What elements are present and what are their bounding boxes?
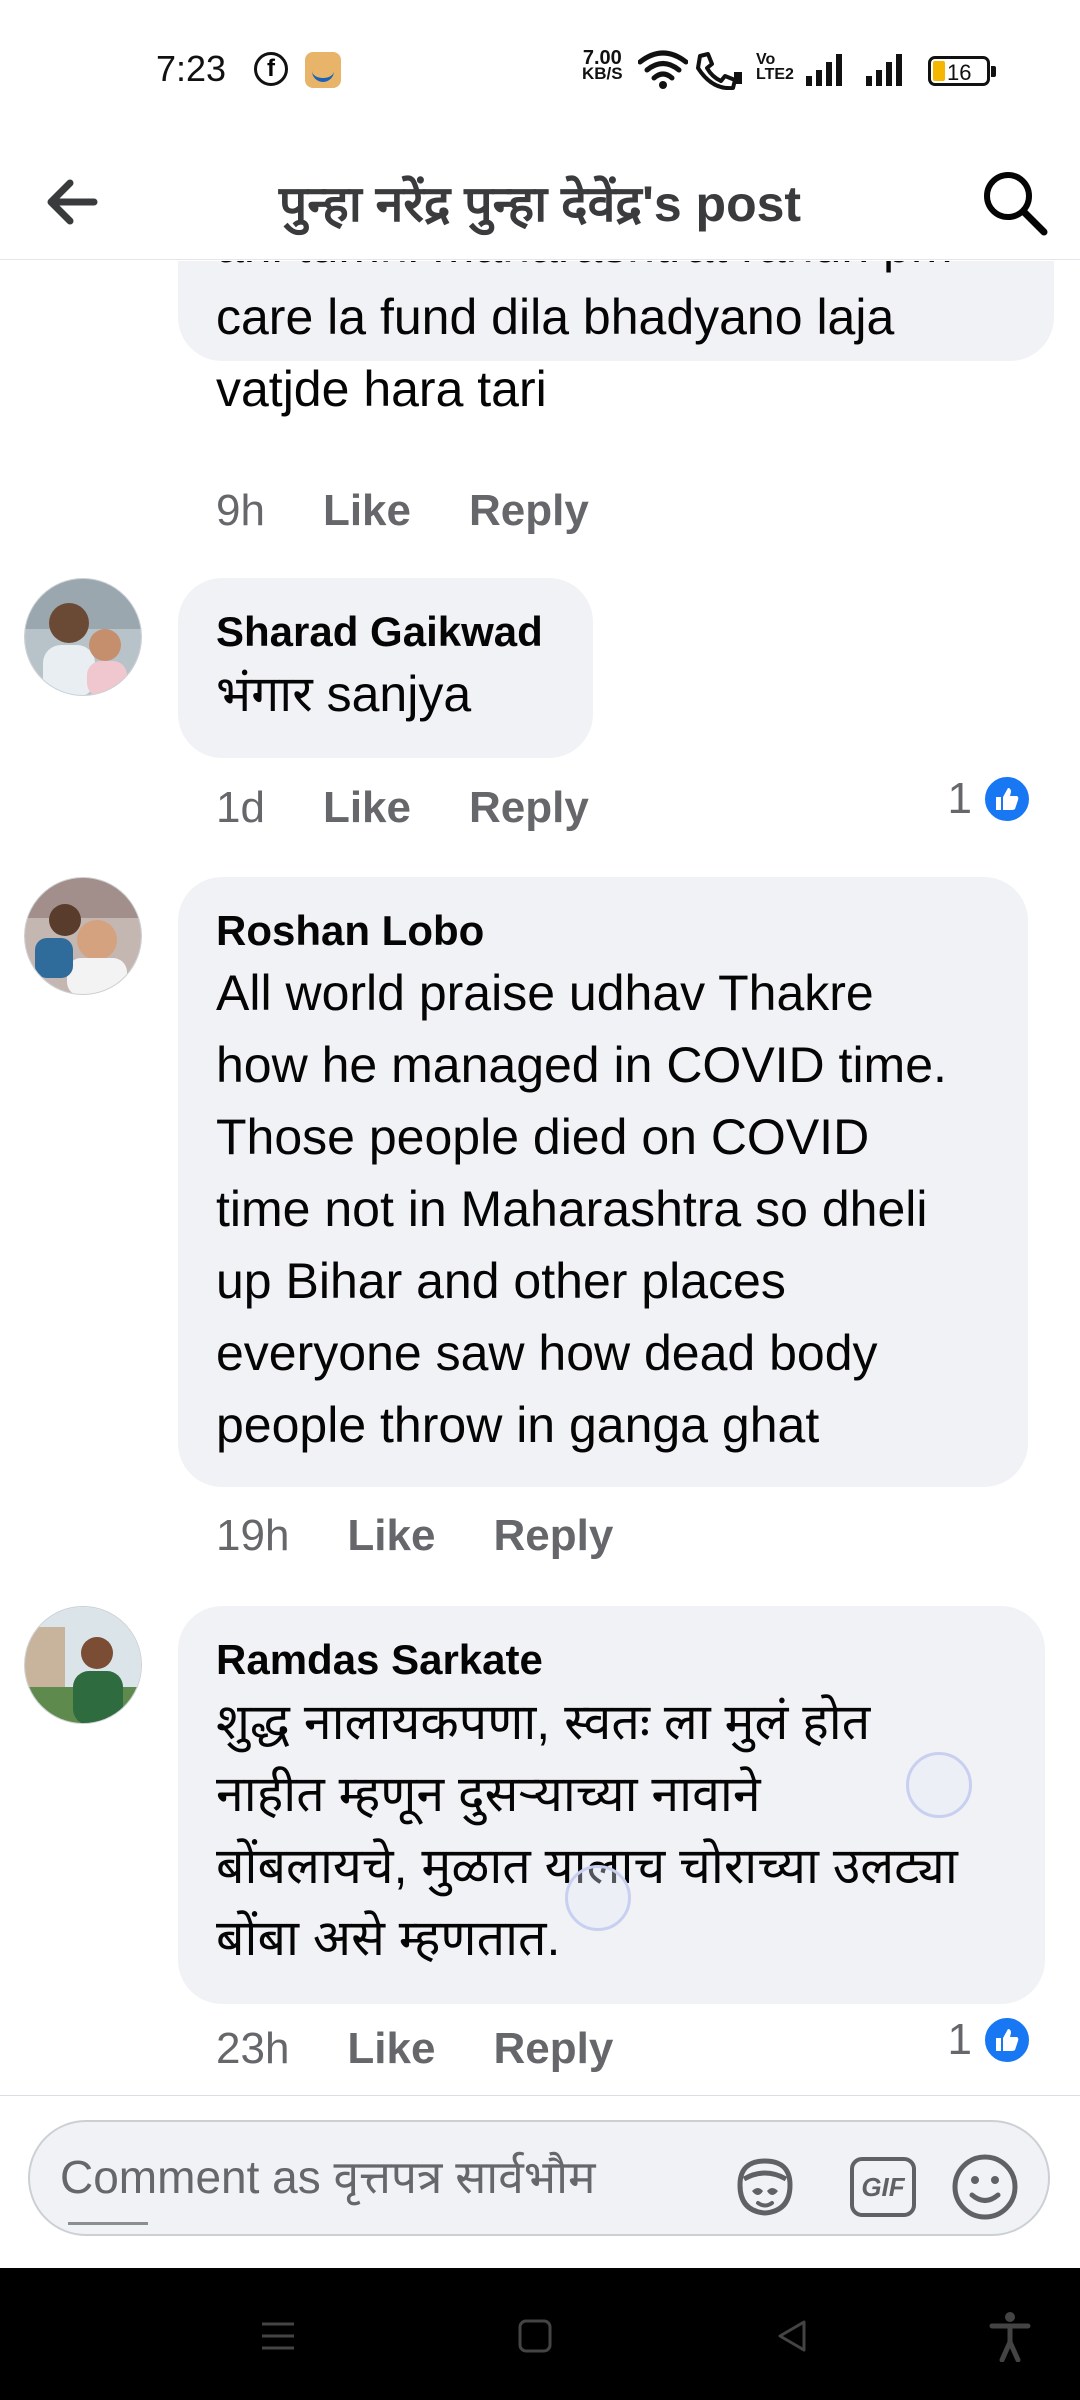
comment-text-line: people throw in ganga ghat <box>216 1397 820 1453</box>
comment-time: 1d <box>216 783 265 832</box>
thumbs-up-icon <box>982 774 1032 824</box>
avatar[interactable] <box>24 877 142 995</box>
comment-meta: 19h Like Reply <box>216 1511 613 1561</box>
comment-bubble: Roshan Lobo All world praise udhav Thakr… <box>178 877 1028 1487</box>
comment-time: 9h <box>216 486 265 535</box>
comment-composer-bar: GIF <box>0 2095 1080 2267</box>
wifi-icon <box>638 50 688 89</box>
signal-strength-icon <box>866 52 902 86</box>
reply-button[interactable]: Reply <box>469 783 589 833</box>
comment-text-line: ani tumhi maharashtrat rahun pm <box>216 261 952 281</box>
triangle-back-icon <box>778 2320 806 2352</box>
gif-icon: GIF <box>850 2157 916 2217</box>
comment-time: 23h <box>216 2024 290 2073</box>
emoji-button[interactable] <box>950 2152 1020 2222</box>
like-button[interactable]: Like <box>323 783 411 833</box>
comment-bubble: Sharad Gaikwad भंगार sanjya <box>178 578 593 758</box>
comment-bubble: ani tumhi maharashtrat rahun pm care la … <box>178 261 1054 417</box>
comment-text-line: everyone saw how dead body <box>216 1325 878 1381</box>
comment-text-line: All world praise udhav Thakre <box>216 965 874 1021</box>
emoji-icon <box>952 2154 1018 2220</box>
thumbs-up-icon <box>982 2015 1032 2065</box>
like-button[interactable]: Like <box>347 1511 435 1561</box>
back-button[interactable] <box>762 2308 822 2364</box>
comment-text: All world praise udhav Thakre how he man… <box>216 957 990 1461</box>
comment-text-line: Those people died on COVID <box>216 1109 870 1165</box>
network-speed: 7.00 KB/S <box>582 48 623 83</box>
reaction-count[interactable]: 1 <box>948 774 1032 824</box>
comment-text-line: up Bihar and other places <box>216 1253 786 1309</box>
status-bar: 7:23 f 7.00 KB/S Vo LTE2 16 <box>0 0 1080 140</box>
comment-author[interactable]: Ramdas Sarkate <box>216 1634 1007 1686</box>
avatar-photo <box>25 1607 141 1723</box>
avatar[interactable] <box>24 1606 142 1724</box>
like-button[interactable]: Like <box>347 2024 435 2074</box>
wifi-calling-icon <box>696 52 742 90</box>
menu-lines-icon <box>262 2322 294 2350</box>
system-navigation-bar <box>0 2268 1080 2400</box>
facebook-notification-icon: f <box>254 52 288 86</box>
reply-button[interactable]: Reply <box>493 1511 613 1561</box>
comment-input[interactable] <box>60 2142 680 2212</box>
signal-strength-icon <box>806 52 842 86</box>
recent-apps-button[interactable] <box>248 2308 308 2364</box>
volte-indicator: Vo LTE2 <box>756 51 794 83</box>
battery-icon: 16 <box>928 56 996 86</box>
touch-indicator <box>565 1865 631 1931</box>
touch-indicator <box>906 1752 972 1818</box>
comment-meta: 1d Like Reply <box>216 783 589 833</box>
app-header: पुन्हा नरेंद्र पुन्हा देवेंद्र's post <box>0 140 1080 260</box>
volte-line2: LTE2 <box>756 66 794 83</box>
input-underline <box>68 2222 148 2225</box>
comment-text-line: how he managed in COVID time. <box>216 1037 947 1093</box>
comments-feed[interactable]: ani tumhi maharashtrat rahun pm care la … <box>0 261 1080 2091</box>
comment-text-line: time not in Maharashtra so dheli <box>216 1181 928 1237</box>
comment-text: ani tumhi maharashtrat rahun pm care la … <box>216 261 952 425</box>
like-button[interactable]: Like <box>323 486 411 536</box>
avatar-sticker-button[interactable] <box>730 2152 800 2222</box>
amazon-notification-icon <box>305 52 341 88</box>
comment-time: 19h <box>216 1511 290 1560</box>
avatar[interactable] <box>24 578 142 696</box>
comment-text-line: care la fund dila bhadyano laja <box>216 289 895 345</box>
avatar-photo <box>25 579 141 695</box>
reaction-number: 1 <box>947 774 972 823</box>
avatar-photo <box>25 878 141 994</box>
comment-text-line: शुद्ध नालायकपणा, स्वतः ला मुलं होत <box>216 1694 871 1750</box>
avatar-sticker-icon <box>737 2158 793 2216</box>
status-time: 7:23 <box>156 48 227 89</box>
network-speed-unit: KB/S <box>582 64 623 83</box>
comment-text-line: vatjde hara tari <box>216 361 547 417</box>
search-icon[interactable] <box>980 168 1050 238</box>
comment-author[interactable]: Sharad Gaikwad <box>216 606 555 658</box>
reaction-count[interactable]: 1 <box>948 2015 1032 2065</box>
gif-button[interactable]: GIF <box>848 2152 918 2222</box>
accessibility-icon <box>989 2312 1031 2362</box>
square-home-icon <box>518 2319 552 2353</box>
reaction-number: 1 <box>947 2015 972 2064</box>
comment-composer[interactable]: GIF <box>28 2120 1050 2236</box>
comment-meta: 23h Like Reply <box>216 2024 613 2074</box>
reply-button[interactable]: Reply <box>469 486 589 536</box>
volte-line1: Vo <box>756 51 776 68</box>
comment-text: भंगार sanjya <box>216 666 472 722</box>
comment-text-line: नाहीत म्हणून दुसऱ्याच्या नावाने <box>216 1766 761 1822</box>
page-title: पुन्हा नरेंद्र पुन्हा देवेंद्र's post <box>278 176 802 232</box>
accessibility-button[interactable] <box>980 2308 1040 2364</box>
battery-level: 16 <box>947 60 972 85</box>
home-button[interactable] <box>505 2308 565 2364</box>
comment-text: शुद्ध नालायकपणा, स्वतः ला मुलं होत नाहीत… <box>216 1686 1007 1974</box>
comment-meta: 9h Like Reply <box>216 486 589 536</box>
reply-button[interactable]: Reply <box>493 2024 613 2074</box>
comment-author[interactable]: Roshan Lobo <box>216 905 990 957</box>
